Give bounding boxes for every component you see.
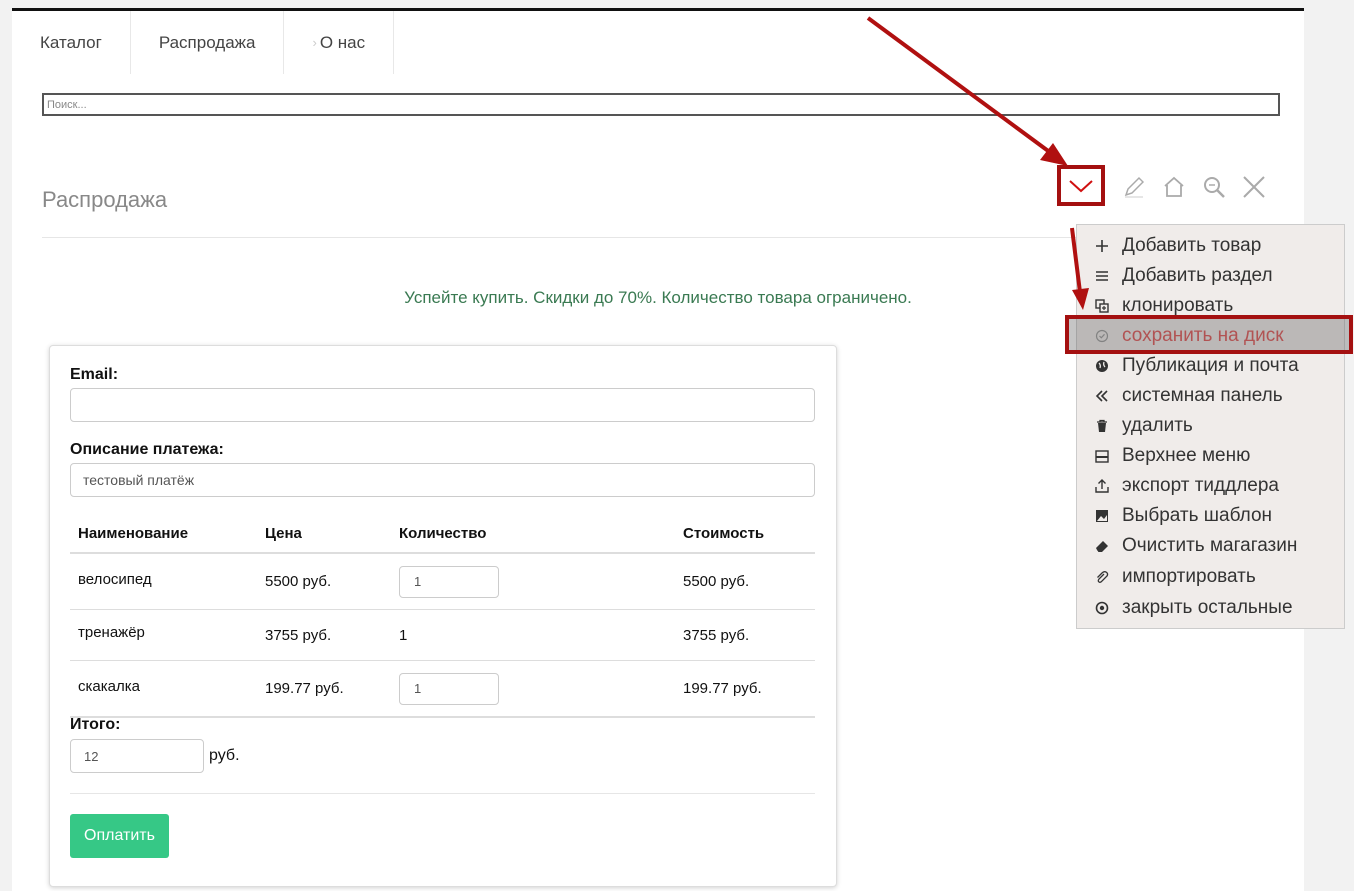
zoom-icon: [1204, 177, 1225, 198]
item-cost: 3755 руб.: [675, 609, 815, 661]
item-quantity: 1: [391, 609, 675, 661]
menu-item-close-others[interactable]: закрыть остальные: [1077, 593, 1344, 623]
list-icon: [1095, 269, 1109, 283]
item-price: 3755 руб.: [257, 609, 391, 661]
trash-icon: [1095, 419, 1109, 433]
menu-item-label: удалить: [1122, 415, 1193, 436]
item-cost: 5500 руб.: [675, 553, 815, 610]
menu-item-label: импортировать: [1122, 566, 1256, 587]
chevron-down-icon: [1069, 179, 1093, 192]
menu-item-label: Выбрать шаблон: [1122, 505, 1273, 526]
divider: [70, 793, 815, 794]
highlight-box: [1065, 315, 1353, 354]
nav-item-sale[interactable]: Распродажа: [131, 11, 285, 74]
column-header: Наименование: [70, 514, 257, 554]
home-icon: [1164, 176, 1184, 197]
more-actions-menu: Добавить товар Добавить раздел клонирова…: [1076, 224, 1345, 629]
tiddler-toolbar: [1056, 163, 1266, 208]
column-header: Количество: [391, 514, 675, 554]
close-button[interactable]: [1240, 173, 1268, 201]
plus-icon: [1095, 239, 1109, 253]
menu-item-label: Очистить магагазин: [1122, 535, 1298, 556]
table-row: велосипед 5500 руб. 1 5500 руб.: [70, 553, 815, 610]
menu-item-add-section[interactable]: Добавить раздел: [1077, 261, 1344, 291]
total-label: Итого:: [70, 716, 121, 733]
menu-item-label: системная панель: [1122, 385, 1283, 406]
pay-button[interactable]: Оплатить: [70, 814, 169, 858]
nav-item-label: Каталог: [40, 32, 102, 52]
menu-item-label: закрыть остальные: [1122, 597, 1293, 618]
edit-button[interactable]: [1120, 173, 1148, 201]
close-icon: [1243, 176, 1265, 198]
globe-icon: [1095, 359, 1109, 373]
column-header: Цена: [257, 514, 391, 554]
page-title: Распродажа: [42, 187, 168, 212]
email-field[interactable]: [70, 388, 815, 422]
separator-icon: ›: [312, 35, 317, 50]
menu-item-label: Публикация и почта: [1122, 355, 1299, 376]
total-unit: руб.: [209, 747, 240, 764]
menu-item-label: Верхнее меню: [1122, 445, 1251, 466]
total-row: 12 руб.: [70, 739, 240, 773]
menu-item-add-product[interactable]: Добавить товар: [1077, 231, 1344, 261]
chevrons-left-icon: [1095, 389, 1109, 403]
menu-box-icon: [1095, 449, 1109, 463]
export-icon: [1095, 479, 1109, 493]
menu-item-import[interactable]: импортировать: [1077, 561, 1344, 593]
menu-item-clear-store[interactable]: Очистить магагазин: [1077, 531, 1344, 561]
table-header-row: Наименование Цена Количество Стоимость: [70, 514, 815, 554]
pencil-icon: [1124, 176, 1145, 198]
item-cost: 199.77 руб.: [675, 660, 815, 718]
item-name: велосипед: [70, 553, 257, 610]
top-nav: Каталог Распродажа › О нас: [12, 11, 395, 74]
menu-item-top-menu[interactable]: Верхнее меню: [1077, 441, 1344, 471]
search-input[interactable]: [42, 93, 1280, 116]
menu-item-export[interactable]: экспорт тиддлера: [1077, 471, 1344, 501]
paperclip-icon: [1095, 570, 1109, 584]
menu-item-delete[interactable]: удалить: [1077, 411, 1344, 441]
clone-icon: [1095, 299, 1109, 313]
picture-icon: [1095, 509, 1109, 523]
nav-item-catalog[interactable]: Каталог: [12, 11, 131, 74]
nav-item-label: Распродажа: [158, 32, 256, 52]
nav-item-about[interactable]: › О нас: [284, 11, 395, 74]
qty-cell: 1: [391, 553, 675, 610]
menu-item-label: Добавить товар: [1122, 235, 1262, 256]
total-input[interactable]: 12: [70, 739, 204, 773]
email-label: Email:: [70, 366, 119, 383]
item-name: тренажёр: [70, 609, 257, 661]
home-button[interactable]: [1160, 173, 1188, 201]
menu-item-label: экспорт тиддлера: [1122, 475, 1279, 496]
quantity-input[interactable]: 1: [399, 565, 499, 598]
qty-cell: 1: [391, 660, 675, 718]
item-name: скакалка: [70, 660, 257, 718]
payment-form: Email: Описание платежа: тестовый платёж…: [49, 345, 837, 887]
items-table: Наименование Цена Количество Стоимость в…: [70, 514, 815, 718]
eraser-icon: [1095, 539, 1109, 553]
menu-item-system-panel[interactable]: системная панель: [1077, 381, 1344, 411]
table-row: тренажёр 3755 руб. 1 3755 руб.: [70, 609, 815, 661]
nav-item-label: О нас: [319, 32, 366, 52]
menu-item-choose-template[interactable]: Выбрать шаблон: [1077, 501, 1344, 531]
description-label: Описание платежа:: [70, 441, 224, 458]
menu-item-label: Добавить раздел: [1122, 265, 1273, 286]
more-actions-button[interactable]: [1057, 165, 1105, 206]
menu-item-publish[interactable]: Публикация и почта: [1077, 351, 1344, 381]
quantity-input[interactable]: 1: [399, 672, 499, 705]
column-header: Стоимость: [675, 514, 815, 554]
zoom-button[interactable]: [1200, 173, 1228, 201]
table-row: скакалка 199.77 руб. 1 199.77 руб.: [70, 660, 815, 718]
menu-item-label: клонировать: [1122, 295, 1234, 316]
description-field[interactable]: тестовый платёж: [70, 463, 815, 497]
target-icon: [1095, 601, 1109, 615]
item-price: 199.77 руб.: [257, 660, 391, 718]
item-price: 5500 руб.: [257, 553, 391, 610]
